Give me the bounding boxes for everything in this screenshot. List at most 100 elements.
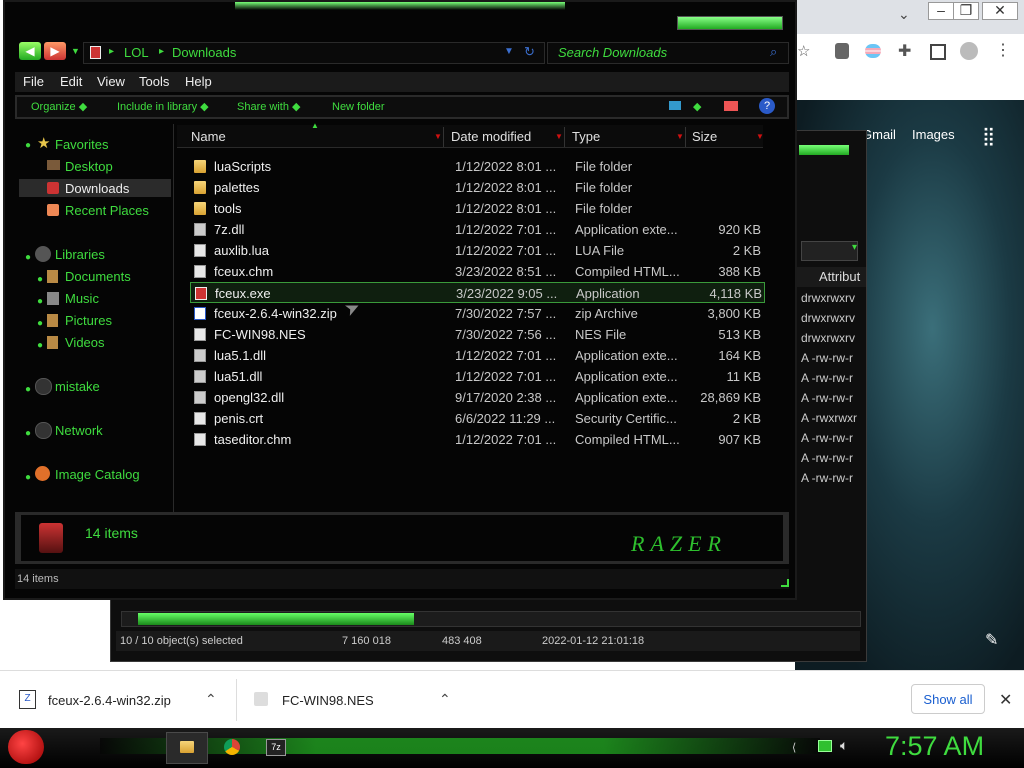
organize-button[interactable]: Organize ◆ [31,97,87,117]
nav-downloads[interactable]: Downloads [65,181,129,196]
bookmark-star-icon[interactable]: ☆ [797,42,810,60]
download-item-zip[interactable]: fceux-2.6.4-win32.zip [48,693,171,708]
file-row[interactable]: luaScripts 1/12/2022 8:01 ... File folder [190,156,765,177]
include-in-library-button[interactable]: Include in library ◆ [117,97,209,117]
nav-recent-places[interactable]: Recent Places [65,203,149,218]
new-folder-button[interactable]: New folder [332,97,385,117]
bg-horizontal-scrollbar[interactable] [121,611,861,627]
nav-videos[interactable]: Videos [65,335,105,350]
start-button-angry-bird-icon[interactable] [8,730,44,764]
refresh-icon[interactable]: ↻ [524,44,535,60]
file-row[interactable]: fceux-2.6.4-win32.zip 7/30/2022 7:57 ... z… [190,303,765,324]
preview-pane-icon[interactable] [724,101,738,111]
nav-libraries[interactable]: Libraries [55,247,105,262]
network-expand-icon[interactable]: ● [25,428,31,439]
file-row[interactable]: auxlib.lua 1/12/2022 7:01 ... LUA File 2 KB [190,240,765,261]
size-dropdown-icon[interactable]: ▼ [756,127,764,147]
tray-network-icon[interactable] [818,740,832,752]
type-dropdown-icon[interactable]: ▼ [676,127,684,147]
window-controls[interactable] [677,16,783,30]
file-row[interactable]: lua5.1.dll 1/12/2022 7:01 ... Application … [190,345,765,366]
bg-window-dropdown[interactable]: ▾ [801,241,858,261]
documents-expand-icon[interactable]: ● [37,274,43,285]
back-button[interactable]: ◀ [19,42,41,60]
view-dropdown-icon[interactable]: ◆ [693,97,701,117]
menu-edit[interactable]: Edit [60,72,82,92]
nav-desktop[interactable]: Desktop [65,159,113,174]
file-row[interactable]: 7z.dll 1/12/2022 7:01 ... Application exte… [190,219,765,240]
show-all-button[interactable]: Show all [911,684,985,714]
resize-grip-icon[interactable] [781,579,789,587]
file-row[interactable]: tools 1/12/2022 8:01 ... File folder [190,198,765,219]
column-size[interactable]: Size ▼ [690,127,766,147]
nav-favorites[interactable]: Favorites [55,137,108,152]
download-nes-options-icon[interactable]: ⌃ [439,691,451,708]
recent-pages-dropdown-icon[interactable]: ▼ [71,46,80,56]
forward-button[interactable]: ▶ [44,42,66,60]
videos-expand-icon[interactable]: ● [37,340,43,351]
menu-tools[interactable]: Tools [139,72,169,92]
tab-search-chevron-icon[interactable]: ⌄ [898,6,910,23]
trans-flag-extension-icon[interactable] [865,44,881,58]
download-item-nes[interactable]: FC-WIN98.NES [282,693,374,708]
ublock-extension-icon[interactable] [835,43,849,59]
bg-scroll-thumb[interactable] [138,613,414,625]
tray-expand-icon[interactable]: ⟨ [792,741,796,754]
file-row[interactable]: fceux.exe 3/23/2022 9:05 ... Application 4,… [190,282,765,303]
file-row[interactable]: FC-WIN98.NES 7/30/2022 7:56 ... NES File 51… [190,324,765,345]
nav-network[interactable]: Network [55,423,103,438]
profile-avatar-icon[interactable] [960,42,978,60]
nav-mistake[interactable]: mistake [55,379,100,394]
file-row[interactable]: taseditor.chm 1/12/2022 7:01 ... Compiled … [190,429,765,450]
search-input[interactable]: Search Downloads ⌕ [547,42,789,64]
menu-file[interactable]: File [23,72,44,92]
file-row[interactable]: opengl32.dll 9/17/2020 2:38 ... Applicatio… [190,387,765,408]
address-dropdown-icon[interactable]: ▼ [504,46,514,57]
chrome-menu-icon[interactable]: ⋮ [995,40,1011,60]
edit-pencil-icon[interactable]: ✎ [985,630,998,650]
column-type[interactable]: Type ▼ [568,127,686,147]
file-row[interactable]: lua51.dll 1/12/2022 7:01 ... Application e… [190,366,765,387]
download-zip-options-icon[interactable]: ⌃ [205,691,217,708]
mistake-expand-icon[interactable]: ● [25,384,31,395]
nav-image-catalog[interactable]: Image Catalog [55,467,140,482]
breadcrumb-downloads[interactable]: Downloads [172,45,236,60]
images-link[interactable]: Images [912,127,955,142]
favorites-expand-icon[interactable]: ● [25,140,31,151]
taskbar-clock[interactable]: 7:57 AM [885,731,984,762]
restore-window-button[interactable]: ❐ [953,2,979,20]
minimize-window-button[interactable]: – [928,2,954,20]
close-downloads-bar-icon[interactable]: ✕ [999,690,1012,710]
taskbar-chrome-button[interactable] [214,732,250,762]
tray-volume-icon[interactable]: 🔈︎ [840,737,848,754]
image-catalog-expand-icon[interactable]: ● [25,472,31,483]
gmail-link[interactable]: Gmail [862,127,896,142]
help-icon[interactable]: ? [759,98,775,114]
side-panel-icon[interactable] [930,44,946,60]
google-apps-icon[interactable]: ⣿ [982,126,995,147]
date-dropdown-icon[interactable]: ▼ [555,127,563,147]
nav-pictures[interactable]: Pictures [65,313,112,328]
menu-view[interactable]: View [97,72,125,92]
taskbar-explorer-button[interactable] [166,732,208,764]
nav-music[interactable]: Music [65,291,99,306]
breadcrumb-lol[interactable]: LOL [124,45,149,60]
file-row[interactable]: fceux.chm 3/23/2022 8:51 ... Compiled HTML… [190,261,765,282]
name-dropdown-icon[interactable]: ▼ [434,127,442,147]
column-date-modified[interactable]: Date modified ▼ [447,127,565,147]
file-row[interactable]: penis.crt 6/6/2022 11:29 ... Security Cert… [190,408,765,429]
address-bar[interactable]: ▸ LOL ▸ Downloads ▼ ↻ [83,42,545,64]
search-icon[interactable]: ⌕ [770,44,777,60]
extensions-puzzle-icon[interactable]: ✚ [898,41,911,61]
file-row[interactable]: palettes 1/12/2022 8:01 ... File folder [190,177,765,198]
menu-help[interactable]: Help [185,72,212,92]
libraries-expand-icon[interactable]: ● [25,252,31,263]
column-name[interactable]: Name ▼ [179,127,444,147]
taskbar-7zip-button[interactable]: 7z [258,732,292,762]
view-options-icon[interactable] [669,101,681,110]
nav-documents[interactable]: Documents [65,269,131,284]
share-with-button[interactable]: Share with ◆ [237,97,301,117]
music-expand-icon[interactable]: ● [37,296,43,307]
pictures-expand-icon[interactable]: ● [37,318,43,329]
close-window-button[interactable]: ✕ [982,2,1018,20]
